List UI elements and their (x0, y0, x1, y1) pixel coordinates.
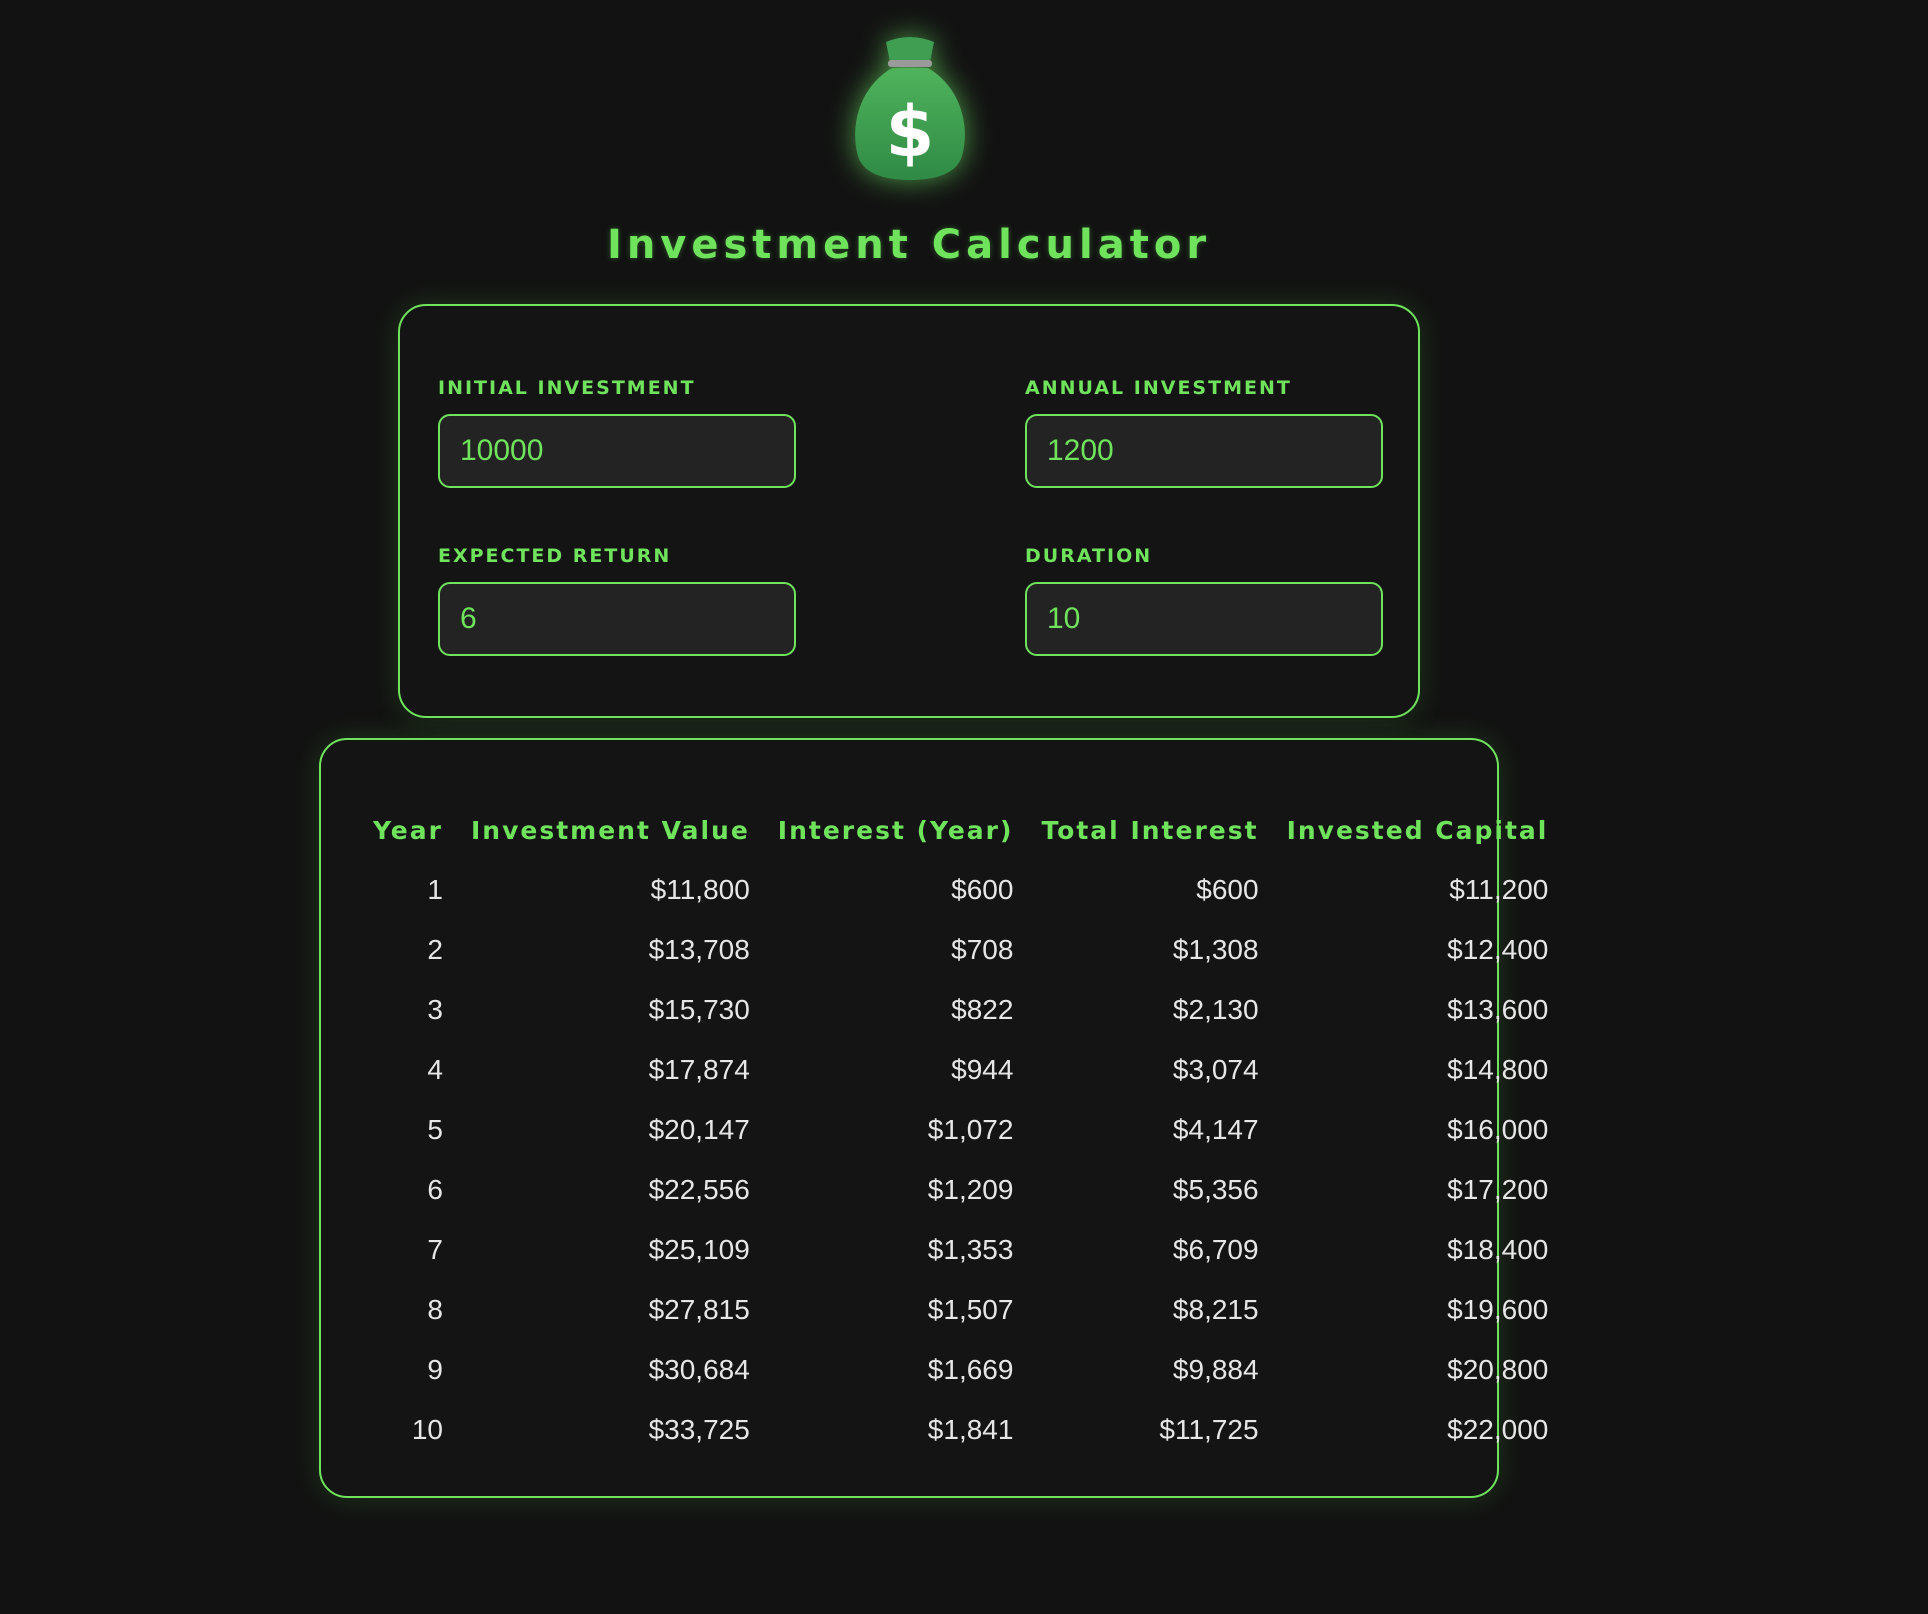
annual-investment-label: ANNUAL INVESTMENT (1025, 377, 1292, 399)
cell-interest-year: $1,669 (927, 1354, 1014, 1385)
table-row: 4 $17,874 $944 $3,074 $14,800 (373, 1040, 1548, 1100)
results-body: 1 $11,800 $600 $600 $11,200 2 $13,708 $708 $1,30… (373, 860, 1549, 1460)
table-row: 3 $15,730 $822 $2,130 $13,600 (373, 980, 1548, 1040)
initial-investment-label: INITIAL INVESTMENT (438, 377, 696, 399)
cell-interest-year: $1,841 (927, 1414, 1014, 1445)
cell-year: 6 (427, 1174, 443, 1205)
cell-invested-capital: $11,200 (1449, 874, 1549, 905)
table-row: 2 $13,708 $708 $1,308 $12,400 (373, 920, 1548, 980)
table-row: 10 $33,725 $1,841 $11,725 $22,000 (373, 1400, 1549, 1460)
header-year: Year (373, 815, 443, 845)
table-row: 5 $20,147 $1,072 $4,147 $16,000 (373, 1100, 1548, 1160)
cell-total-interest: $9,884 (1172, 1354, 1259, 1385)
initial-investment-input[interactable]: 10000 (438, 414, 796, 488)
cell-year: 4 (427, 1054, 443, 1085)
cell-interest-year: $822 (951, 994, 1014, 1025)
inputs-panel: INITIAL INVESTMENT 10000 ANNUAL INVESTME… (398, 304, 1420, 718)
cell-invested-capital: $22,000 (1447, 1414, 1549, 1445)
expected-return-input[interactable]: 6 (438, 582, 796, 656)
cell-investment-value: $22,556 (648, 1174, 750, 1205)
results-panel: Year Investment Value Interest (Year) To… (319, 738, 1548, 1498)
table-row: 1 $11,800 $600 $600 $11,200 (373, 860, 1548, 920)
cell-year: 3 (427, 994, 443, 1025)
table-row: 8 $27,815 $1,507 $8,215 $19,600 (373, 1280, 1548, 1340)
cell-interest-year: $1,072 (927, 1114, 1014, 1145)
duration-label: DURATION (1025, 545, 1153, 567)
cell-total-interest: $2,130 (1172, 994, 1259, 1025)
cell-interest-year: $944 (951, 1054, 1014, 1085)
cell-year: 7 (427, 1234, 443, 1265)
cell-investment-value: $11,800 (650, 874, 750, 905)
header-investment-value: Investment Value (470, 815, 750, 845)
cell-year: 5 (427, 1114, 443, 1145)
duration-input[interactable]: 10 (1025, 582, 1383, 656)
money-bag-icon: $ (840, 28, 980, 188)
cell-invested-capital: $13,600 (1447, 994, 1549, 1025)
duration-field: DURATION 10 (1025, 544, 1383, 656)
page-title: Investment Calculator (606, 222, 1212, 268)
cell-investment-value: $25,109 (648, 1234, 750, 1265)
cell-investment-value: $27,815 (648, 1294, 750, 1325)
cell-total-interest: $600 (1196, 874, 1259, 905)
cell-total-interest: $11,725 (1159, 1414, 1259, 1445)
expected-return-label: EXPECTED RETURN (438, 545, 672, 567)
header-invested-capital: Invested Capital (1286, 815, 1549, 845)
cell-year: 1 (427, 874, 443, 905)
header-total-interest: Total Interest (1041, 815, 1259, 845)
cell-year: 2 (427, 934, 443, 965)
initial-investment-field: INITIAL INVESTMENT 10000 (438, 376, 796, 488)
cell-investment-value: $30,684 (648, 1354, 750, 1385)
cell-year: 10 (411, 1414, 443, 1445)
cell-total-interest: $3,074 (1172, 1054, 1259, 1085)
cell-investment-value: $15,730 (648, 994, 750, 1025)
svg-text:$: $ (886, 91, 935, 173)
annual-investment-field: ANNUAL INVESTMENT 1200 (1025, 376, 1383, 488)
cell-invested-capital: $16,000 (1447, 1114, 1549, 1145)
header-interest-year: Interest (Year) (777, 815, 1014, 845)
cell-total-interest: $4,147 (1172, 1114, 1259, 1145)
cell-invested-capital: $18,400 (1447, 1234, 1549, 1265)
cell-investment-value: $20,147 (648, 1114, 750, 1145)
cell-year: 9 (427, 1354, 443, 1385)
cell-invested-capital: $19,600 (1447, 1294, 1549, 1325)
cell-investment-value: $13,708 (648, 934, 750, 965)
cell-interest-year: $1,209 (927, 1174, 1014, 1205)
cell-investment-value: $33,725 (648, 1414, 750, 1445)
cell-invested-capital: $17,200 (1447, 1174, 1549, 1205)
cell-invested-capital: $20,800 (1447, 1354, 1549, 1385)
cell-interest-year: $600 (951, 874, 1014, 905)
cell-year: 8 (427, 1294, 443, 1325)
expected-return-field: EXPECTED RETURN 6 (438, 544, 796, 656)
cell-total-interest: $5,356 (1172, 1174, 1259, 1205)
cell-investment-value: $17,874 (648, 1054, 750, 1085)
cell-interest-year: $1,353 (927, 1234, 1014, 1265)
cell-invested-capital: $12,400 (1447, 934, 1549, 965)
table-row: 9 $30,684 $1,669 $9,884 $20,800 (373, 1340, 1548, 1400)
table-header-row: Year Investment Value Interest (Year) To… (373, 800, 1548, 860)
cell-total-interest: $1,308 (1172, 934, 1259, 965)
cell-total-interest: $8,215 (1172, 1294, 1259, 1325)
cell-interest-year: $708 (951, 934, 1014, 965)
table-row: 7 $25,109 $1,353 $6,709 $18,400 (373, 1220, 1548, 1280)
annual-investment-input[interactable]: 1200 (1025, 414, 1383, 488)
cell-total-interest: $6,709 (1172, 1234, 1259, 1265)
table-row: 6 $22,556 $1,209 $5,356 $17,200 (373, 1160, 1548, 1220)
cell-invested-capital: $14,800 (1447, 1054, 1549, 1085)
cell-interest-year: $1,507 (927, 1294, 1014, 1325)
results-table: Year Investment Value Interest (Year) To… (373, 800, 1548, 1460)
